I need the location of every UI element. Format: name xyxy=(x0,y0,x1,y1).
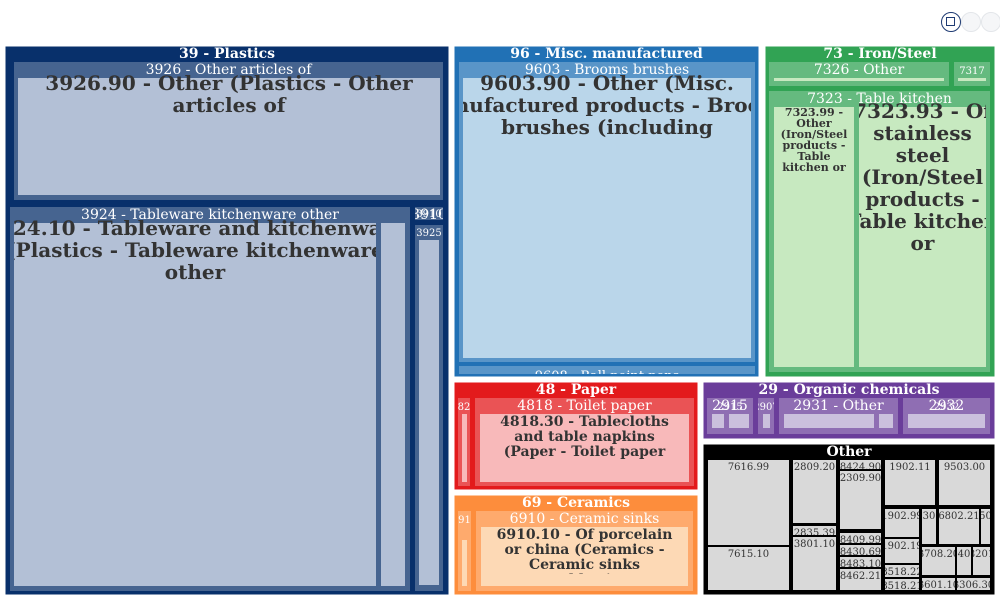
sub-3910-title: 3910 xyxy=(416,209,441,220)
leaf-other-12-label: 9503.00 xyxy=(944,462,985,473)
sub-2932-title: 2932 xyxy=(934,402,959,413)
leaf-7317 xyxy=(958,78,986,81)
leaf-label-line: 9603.90 - Other (Misc. xyxy=(480,71,734,95)
leaf-label-line: stainless xyxy=(873,121,971,145)
leaf-label-line: (Plastics - Tableware kitchenware xyxy=(6,238,384,262)
sub-7317-title: 7317 xyxy=(959,66,984,77)
leaf-label-line: 7323.93 - Of xyxy=(853,99,993,123)
leaf-2931-b xyxy=(879,414,893,428)
leaf-label-line: steel xyxy=(896,143,950,167)
leaf-label-line: Ceramic sinks xyxy=(529,557,640,573)
sub-3925-title: 3925 xyxy=(416,228,441,239)
sub-7326-title: 7326 - Other xyxy=(814,62,905,78)
leaf-3924-other xyxy=(381,223,405,586)
leaf-7326 xyxy=(774,78,944,81)
leaf-4818-30-label: 4818.30 - Tablecloths and table napkins (P… xyxy=(500,414,669,460)
leaf-label-line: Table kitchen xyxy=(847,209,999,233)
sub-2931-title: 2931 - Other xyxy=(793,398,884,414)
other-title: Other xyxy=(826,444,872,460)
sub-2915-title: 2915 xyxy=(717,402,742,413)
leaf-4823 xyxy=(462,414,467,482)
leaf-7323-93-label: 7323.93 - Of stainless steel (Iron/Steel pro… xyxy=(847,99,999,255)
leaf-label-line: or xyxy=(911,231,935,255)
leaf-2932 xyxy=(908,414,985,428)
sub-6910-title: 6910 - Ceramic sinks xyxy=(510,511,660,527)
leaf-other-15-label: 6802.21 xyxy=(938,511,979,522)
leaf-other-24-label: 3601.10 xyxy=(918,580,959,591)
leaf-2907 xyxy=(763,414,770,428)
leaf-2915-b xyxy=(729,414,749,428)
leaf-other-18-label: 3708.20 xyxy=(918,549,959,560)
leaf-other-10-label: 8462.21 xyxy=(840,571,881,582)
paper-title: 48 - Paper xyxy=(536,382,617,398)
leaf-2915-a xyxy=(712,414,724,428)
leaf-label-line: 3924.10 - Tableware and kitchenware xyxy=(0,216,405,240)
leaf-other-13-label: 1902.19 xyxy=(881,541,922,552)
leaf-label-line: other xyxy=(165,260,226,284)
leaf-other-2-label: 2809.20 xyxy=(794,462,835,473)
leaf-label-line: (Paper - Toilet paper xyxy=(504,444,666,460)
leaf-label-line: kitchen or xyxy=(782,161,846,174)
leaf-label-line: and table napkins xyxy=(514,429,655,445)
leaf-other-22-label: 8518.22 xyxy=(881,567,922,578)
iron-title: 73 - Iron/Steel xyxy=(823,46,936,62)
leaf-other-0-label: 7616.99 xyxy=(728,462,769,473)
treemap-chart: 39 - Plastics3926 - Other articles of392… xyxy=(0,45,999,596)
leaf-other-11-label: 1902.11 xyxy=(889,462,930,473)
leaf-other-3-label: 3801.10 xyxy=(794,539,835,550)
leaf-label-line: 3926.90 - Other (Plastics - Other xyxy=(45,71,413,95)
leaf-other-25-label: 3306.30 xyxy=(953,580,994,591)
leaf-label-line: 6910.10 - Of porcelain xyxy=(497,527,673,543)
misc-title: 96 - Misc. manufactured xyxy=(510,46,703,62)
leaf-label-line: 4818.30 - Tablecloths xyxy=(500,414,669,430)
leaf-label-line: or china (Ceramics - xyxy=(504,542,664,558)
leaf-label-line: articles of xyxy=(173,93,287,117)
leaf-other-6-label: 2309.90 xyxy=(840,473,881,484)
organic-title: 29 - Organic chemicals xyxy=(759,382,940,398)
leaf-other-14-label: 1902.99 xyxy=(881,511,922,522)
plastics-title: 39 - Plastics xyxy=(179,46,275,62)
leaf-label-line: manufactured products - Brooms xyxy=(421,93,794,117)
leaf-label-line: (Iron/Steel xyxy=(862,165,984,189)
leaf-6911 xyxy=(462,540,467,586)
leaf-label-line: brushes (including xyxy=(501,115,713,139)
leaf-3925 xyxy=(419,240,439,585)
leaf-2931-a xyxy=(784,414,874,428)
leaf-label-line: products - xyxy=(865,187,979,211)
sub-4818-title: 4818 - Toilet paper xyxy=(517,398,652,414)
leaf-other-1-label: 7615.10 xyxy=(728,549,769,560)
ceramics-title: 69 - Ceramics xyxy=(522,495,630,511)
leaf-7323-99-label: 7323.99 -Other (Iron/Steel products -Table… xyxy=(781,106,848,174)
